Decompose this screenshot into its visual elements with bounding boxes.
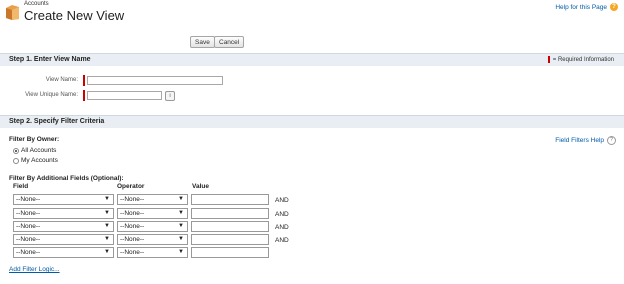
dropdown-arrow-icon: ▼ [178,249,184,255]
field-select-value: --None-- [16,223,41,230]
field-select-value: --None-- [16,196,41,203]
page-header: Accounts Create New View Help for this P… [0,0,624,30]
value-input[interactable] [191,208,269,219]
field-select[interactable]: --None-- ▼ [13,234,114,245]
operator-select[interactable]: --None-- ▼ [117,247,188,258]
accounts-folder-icon [6,5,19,20]
all-accounts-label[interactable]: All Accounts [21,147,56,154]
and-connector: AND [275,237,289,244]
dropdown-arrow-icon: ▼ [104,249,110,255]
operator-select-value: --None-- [120,196,145,203]
value-input[interactable] [191,234,269,245]
view-unique-name-label: View Unique Name: [25,92,78,98]
owner-option-all[interactable]: All Accounts [13,147,56,154]
dropdown-arrow-icon: ▼ [104,210,110,216]
additional-fields-label: Filter By Additional Fields (Optional): [9,175,124,182]
field-select[interactable]: --None-- ▼ [13,247,114,258]
step1-section-header: Step 1. Enter View Name = Required Infor… [0,53,624,66]
view-name-required-marker [83,75,85,86]
field-filters-help-link[interactable]: Field Filters Help ? [555,136,616,145]
operator-select[interactable]: --None-- ▼ [117,234,188,245]
all-accounts-radio[interactable] [13,147,19,154]
help-for-page-link[interactable]: Help for this Page ? [555,3,618,11]
and-connector: AND [275,211,289,218]
cancel-button[interactable]: Cancel [214,36,245,48]
step1-title: Step 1. Enter View Name [9,56,91,63]
operator-select[interactable]: --None-- ▼ [117,221,188,232]
my-accounts-label[interactable]: My Accounts [21,157,58,164]
required-legend: = Required Information [547,56,614,63]
filter-by-owner-label: Filter By Owner: [9,136,60,143]
field-column-header: Field [13,183,29,190]
help-icon[interactable]: ? [610,3,618,11]
view-name-input[interactable] [87,76,223,85]
step2-section-header: Step 2. Specify Filter Criteria [0,115,624,128]
my-accounts-radio[interactable] [13,157,19,164]
required-marker-icon [547,56,550,63]
dropdown-arrow-icon: ▼ [104,236,110,242]
field-filters-help-label[interactable]: Field Filters Help [555,137,604,144]
operator-select-value: --None-- [120,249,145,256]
operator-select[interactable]: --None-- ▼ [117,194,188,205]
dropdown-arrow-icon: ▼ [178,236,184,242]
step2-title: Step 2. Specify Filter Criteria [9,118,105,125]
value-column-header: Value [192,183,209,190]
info-icon[interactable]: i [165,91,175,101]
view-name-label: View Name: [45,77,78,83]
operator-select-value: --None-- [120,223,145,230]
value-input[interactable] [191,221,269,232]
view-unique-name-required-marker [83,90,85,101]
top-button-bar: Save Cancel [0,33,624,49]
dropdown-arrow-icon: ▼ [104,223,110,229]
field-select[interactable]: --None-- ▼ [13,208,114,219]
dropdown-arrow-icon: ▼ [178,210,184,216]
and-connector: AND [275,197,289,204]
field-select[interactable]: --None-- ▼ [13,221,114,232]
operator-select-value: --None-- [120,236,145,243]
and-connector: AND [275,224,289,231]
dropdown-arrow-icon: ▼ [178,223,184,229]
required-legend-text: = Required Information [552,56,614,63]
value-input[interactable] [191,194,269,205]
question-icon[interactable]: ? [607,136,616,145]
operator-select[interactable]: --None-- ▼ [117,208,188,219]
add-filter-logic-link[interactable]: Add Filter Logic... [9,266,60,273]
field-select-value: --None-- [16,236,41,243]
dropdown-arrow-icon: ▼ [104,196,110,202]
save-button[interactable]: Save [190,36,215,48]
value-input[interactable] [191,247,269,258]
owner-option-my[interactable]: My Accounts [13,157,58,164]
page-title: Create New View [24,8,125,23]
operator-column-header: Operator [117,183,145,190]
help-link-label[interactable]: Help for this Page [555,4,607,11]
operator-select-value: --None-- [120,210,145,217]
field-select[interactable]: --None-- ▼ [13,194,114,205]
field-select-value: --None-- [16,249,41,256]
field-select-value: --None-- [16,210,41,217]
breadcrumb[interactable]: Accounts [24,1,49,7]
dropdown-arrow-icon: ▼ [178,196,184,202]
view-unique-name-input[interactable] [87,91,162,100]
